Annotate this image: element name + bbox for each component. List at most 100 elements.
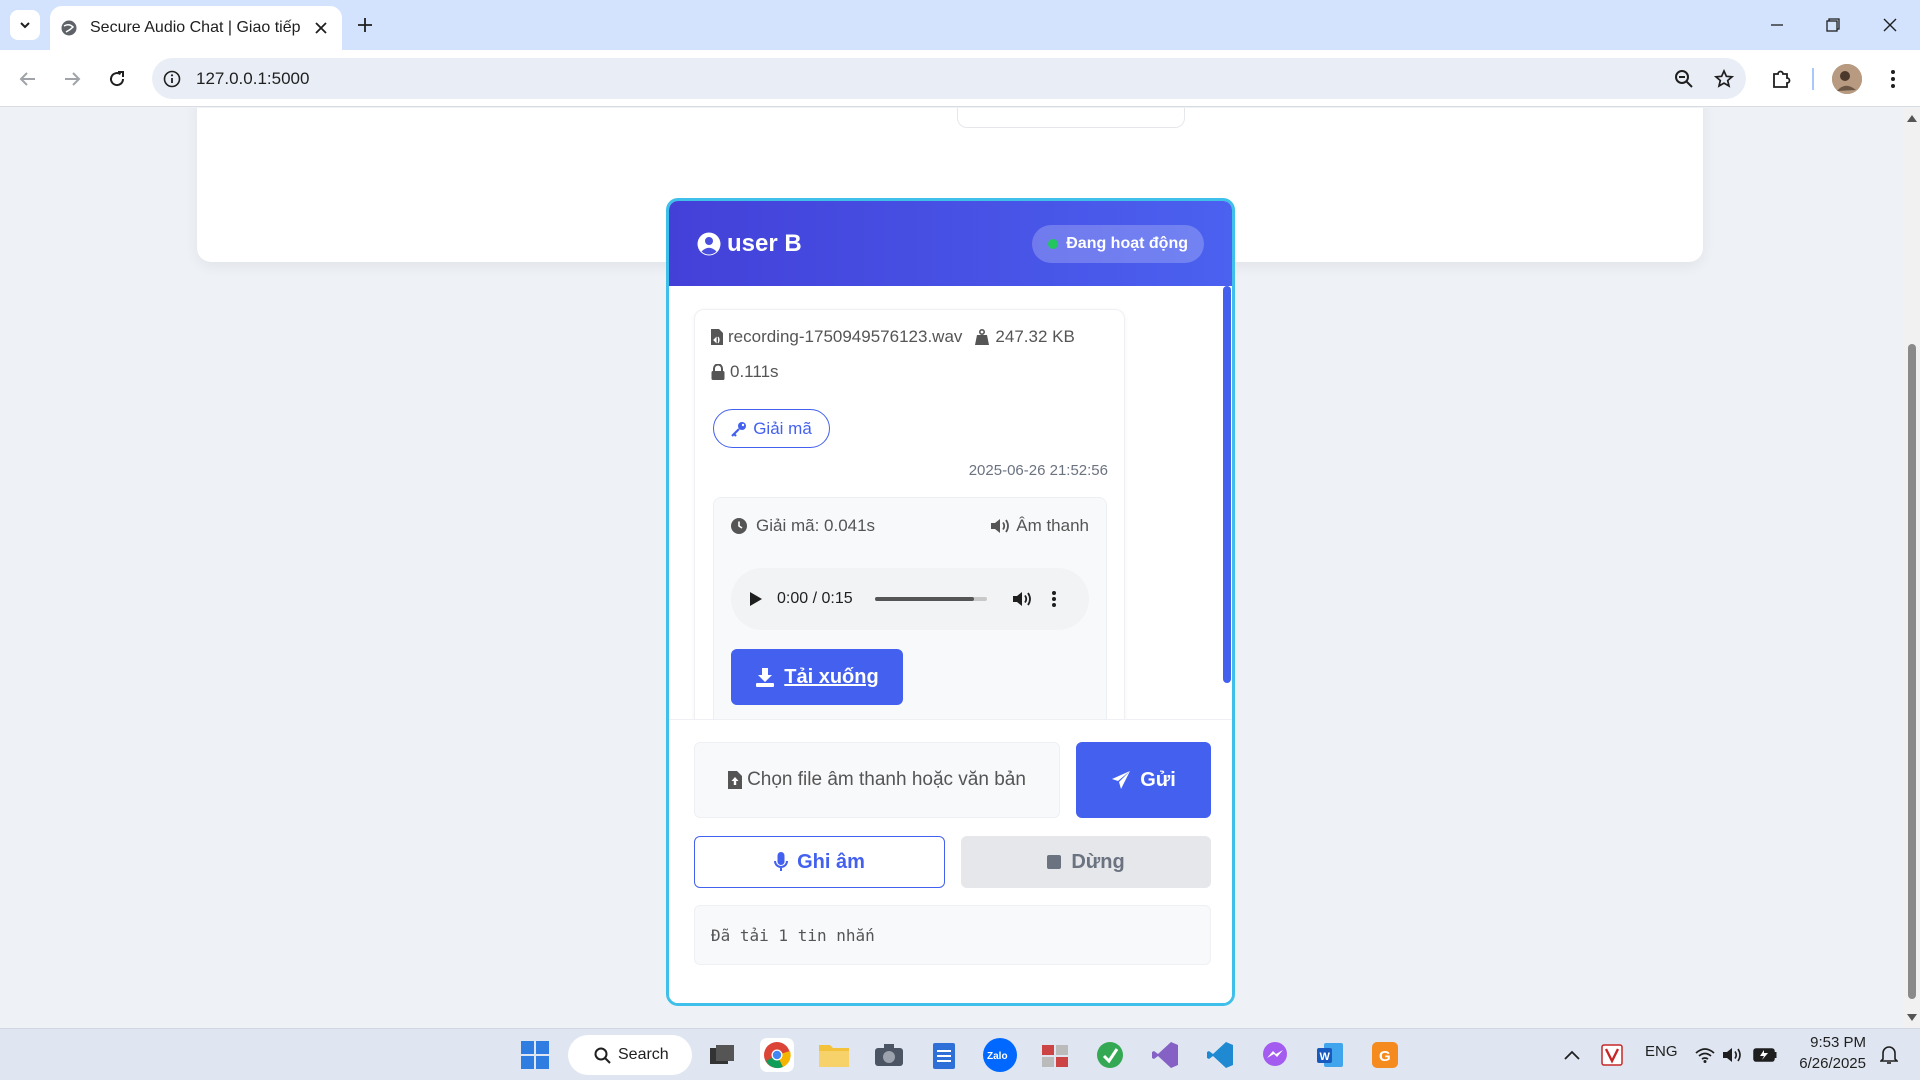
green-app-icon[interactable] bbox=[1093, 1038, 1127, 1072]
bookmark-star-icon[interactable] bbox=[1714, 68, 1734, 89]
task-view-icon[interactable] bbox=[705, 1038, 739, 1072]
site-info-icon bbox=[163, 70, 181, 87]
file-audio-icon bbox=[711, 329, 723, 345]
weight-icon bbox=[975, 329, 990, 345]
paper-plane-icon bbox=[1112, 771, 1131, 789]
message-timestamp: 2025-06-26 21:52:56 bbox=[968, 462, 1108, 479]
seek-bar[interactable] bbox=[875, 597, 987, 601]
seek-bar-fill bbox=[875, 597, 974, 601]
record-label: Ghi âm bbox=[797, 850, 865, 873]
scroll-up-arrow-icon[interactable] bbox=[1907, 114, 1917, 122]
notepad-icon[interactable] bbox=[927, 1038, 961, 1072]
message-scrollbar[interactable] bbox=[1223, 286, 1232, 719]
address-bar[interactable]: 127.0.0.1:5000 bbox=[152, 58, 1746, 99]
windows-icon bbox=[521, 1041, 549, 1069]
svg-text:G: G bbox=[1379, 1048, 1391, 1065]
composer: Chọn file âm thanh hoặc văn bản Gửi Ghi … bbox=[669, 719, 1232, 1003]
camera-icon[interactable] bbox=[872, 1038, 906, 1072]
status-dot bbox=[1048, 238, 1059, 249]
svg-text:W: W bbox=[1320, 1051, 1331, 1063]
vivaldi-tray-icon[interactable] bbox=[1595, 1038, 1629, 1072]
restore-button[interactable] bbox=[1820, 12, 1846, 38]
start-button[interactable] bbox=[518, 1038, 552, 1072]
orange-app-icon[interactable]: G bbox=[1368, 1038, 1402, 1072]
chat-header: user B Đang hoạt động bbox=[669, 201, 1232, 286]
download-icon bbox=[756, 668, 775, 687]
profile-avatar[interactable] bbox=[1832, 64, 1862, 94]
back-button[interactable] bbox=[13, 64, 43, 94]
url-text: 127.0.0.1:5000 bbox=[196, 68, 310, 88]
scroll-down-arrow-icon[interactable] bbox=[1907, 1014, 1917, 1022]
lock-icon bbox=[711, 364, 725, 380]
message-bubble: recording-1750949576123.wav 247.32 KB 0.… bbox=[694, 309, 1125, 719]
input-stub[interactable] bbox=[957, 108, 1185, 128]
tab-title: Secure Audio Chat | Giao tiếp b bbox=[90, 19, 300, 36]
globe-icon bbox=[61, 20, 77, 36]
search-icon bbox=[594, 1047, 611, 1064]
messenger-icon[interactable] bbox=[1258, 1038, 1292, 1072]
tab-close-icon[interactable] bbox=[310, 17, 332, 39]
file-picker-label: Chọn file âm thanh hoặc văn bản bbox=[747, 769, 1026, 790]
browser-toolbar: 127.0.0.1:5000 bbox=[0, 50, 1920, 107]
zoom-icon[interactable] bbox=[1674, 69, 1694, 89]
send-button[interactable]: Gửi bbox=[1076, 742, 1211, 818]
plus-icon bbox=[358, 18, 372, 32]
app-grid-icon[interactable] bbox=[1038, 1038, 1072, 1072]
clock-icon bbox=[731, 518, 747, 534]
arrow-right-icon bbox=[65, 72, 81, 86]
stop-button[interactable]: Dừng bbox=[961, 836, 1211, 888]
new-tab-button[interactable] bbox=[352, 12, 378, 38]
microphone-icon bbox=[774, 852, 789, 871]
chat-panel: user B Đang hoạt động recording-17509495… bbox=[666, 198, 1235, 1006]
browser-tab[interactable]: Secure Audio Chat | Giao tiếp b bbox=[50, 6, 342, 50]
reload-icon bbox=[110, 71, 125, 87]
audio-label: Âm thanh bbox=[1016, 516, 1089, 535]
close-window-button[interactable] bbox=[1877, 12, 1903, 38]
speaker-icon[interactable] bbox=[1716, 1038, 1750, 1072]
status-badge: Đang hoạt động bbox=[1032, 224, 1204, 263]
taskbar-clock[interactable]: 9:53 PM 6/26/2025 bbox=[1788, 1032, 1866, 1074]
chrome-icon[interactable] bbox=[760, 1038, 794, 1072]
audio-player: 0:00 / 0:15 bbox=[731, 568, 1089, 630]
stop-label: Dừng bbox=[1071, 850, 1125, 873]
reload-button[interactable] bbox=[102, 64, 132, 94]
play-icon[interactable] bbox=[749, 591, 763, 607]
decrypt-button[interactable]: Giải mã bbox=[713, 409, 830, 448]
word-icon[interactable]: W bbox=[1313, 1038, 1347, 1072]
record-button[interactable]: Ghi âm bbox=[694, 836, 945, 888]
taskbar-search-label: Search bbox=[618, 1046, 669, 1063]
status-log: Đã tải 1 tin nhắn bbox=[694, 905, 1211, 965]
extensions-button[interactable] bbox=[1766, 64, 1796, 94]
page-scrollbar-thumb[interactable] bbox=[1908, 344, 1916, 999]
player-time: 0:00 / 0:15 bbox=[777, 590, 853, 607]
mute-volume-icon[interactable] bbox=[1013, 590, 1033, 608]
close-icon bbox=[1883, 18, 1897, 32]
notification-bell-icon[interactable] bbox=[1872, 1038, 1906, 1072]
download-label: Tải xuống bbox=[784, 665, 879, 688]
file-name: recording-1750949576123.wav bbox=[728, 327, 963, 346]
download-button[interactable]: Tải xuống bbox=[731, 649, 903, 705]
vscode-icon[interactable] bbox=[1203, 1038, 1237, 1072]
decrypt-time-row: Giải mã: 0.041s bbox=[731, 516, 875, 536]
file-size: 247.32 KB bbox=[995, 327, 1075, 346]
visual-studio-icon[interactable] bbox=[1148, 1038, 1182, 1072]
browser-menu-button[interactable] bbox=[1878, 64, 1908, 94]
file-picker[interactable]: Chọn file âm thanh hoặc văn bản bbox=[694, 742, 1060, 818]
toolbar-divider bbox=[1812, 68, 1814, 90]
minimize-button[interactable] bbox=[1764, 12, 1790, 38]
message-list[interactable]: recording-1750949576123.wav 247.32 KB 0.… bbox=[669, 286, 1232, 719]
more-options-icon[interactable] bbox=[1051, 590, 1057, 608]
chat-user-name: user B bbox=[727, 229, 802, 257]
decrypt-label: Giải mã bbox=[753, 418, 812, 438]
page-scrollbar[interactable] bbox=[1904, 108, 1920, 1028]
tray-chevron-up-icon[interactable] bbox=[1555, 1038, 1589, 1072]
file-meta-row: recording-1750949576123.wav 247.32 KB bbox=[711, 327, 1075, 347]
tab-search-button[interactable] bbox=[10, 10, 40, 40]
file-explorer-icon[interactable] bbox=[817, 1038, 851, 1072]
message-scrollbar-thumb[interactable] bbox=[1223, 286, 1231, 683]
battery-icon[interactable] bbox=[1748, 1038, 1782, 1072]
taskbar-search[interactable]: Search bbox=[568, 1035, 692, 1075]
forward-button[interactable] bbox=[57, 64, 87, 94]
zalo-icon[interactable]: Zalo bbox=[983, 1038, 1017, 1072]
language-indicator[interactable]: ENG bbox=[1645, 1043, 1678, 1060]
